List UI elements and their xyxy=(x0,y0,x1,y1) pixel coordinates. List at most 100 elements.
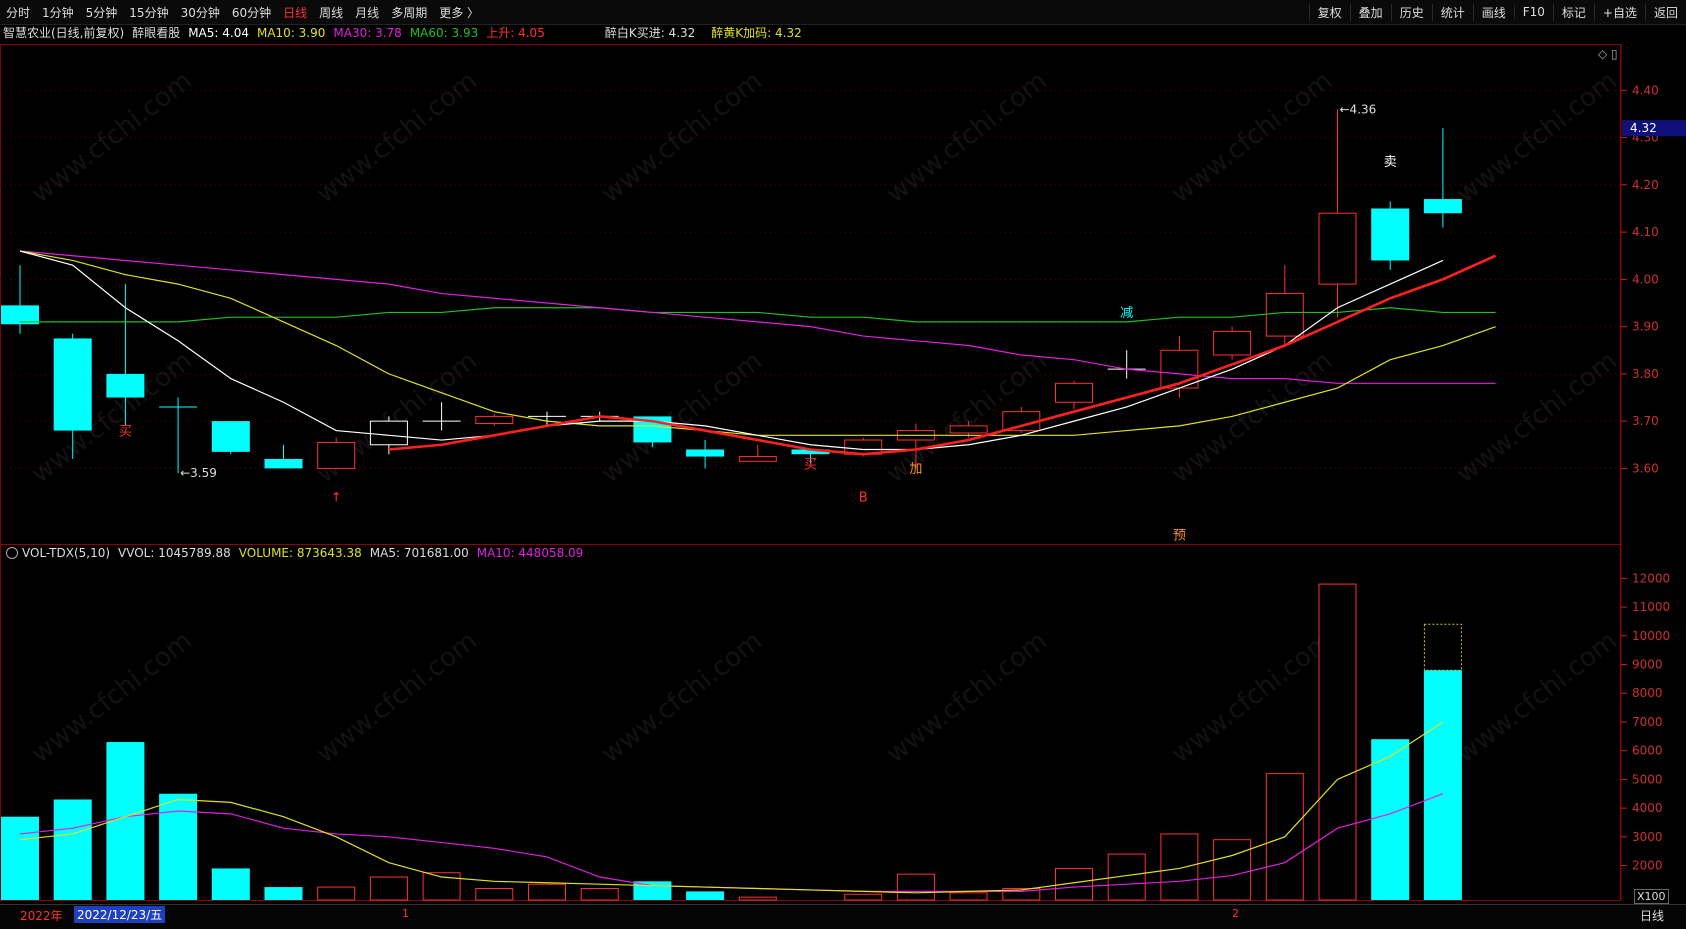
volume-tick-label: 7000 xyxy=(1632,715,1663,729)
watermark-text: www.cfchi.com xyxy=(596,66,768,210)
volume-tick-label: 6000 xyxy=(1632,744,1663,758)
volume-tick-label: 9000 xyxy=(1632,658,1663,672)
volume-tick-label: 11000 xyxy=(1632,600,1670,614)
volume-bar xyxy=(633,881,672,900)
period-tag[interactable]: 日线 xyxy=(1640,907,1664,924)
signal-annotation: 买 xyxy=(804,457,817,472)
signal-annotation: 预 xyxy=(1173,528,1186,543)
volume-bar xyxy=(1423,670,1462,900)
period-tab-4[interactable]: 30分钟 xyxy=(175,4,226,21)
signal-annotation: 加 xyxy=(909,462,922,477)
watermark-text: www.cfchi.com xyxy=(311,66,483,210)
volume-bar xyxy=(159,793,198,900)
candle-body xyxy=(1265,293,1304,337)
volume-tick-label: 5000 xyxy=(1632,772,1663,786)
period-tab-9[interactable]: 多周期 xyxy=(385,4,433,21)
candle-body xyxy=(317,441,356,469)
volume-bar xyxy=(211,868,250,900)
date-tag: 2022/12/23/五 xyxy=(74,906,166,923)
volume-bar xyxy=(580,888,619,901)
period-tab-0[interactable]: 分时 xyxy=(0,4,36,21)
price-tick-label: 4.40 xyxy=(1632,83,1659,97)
candle-body xyxy=(949,425,988,434)
watermark-text: www.cfchi.com xyxy=(881,626,1053,770)
watermark-text: www.cfchi.com xyxy=(1166,66,1338,210)
period-tab-3[interactable]: 15分钟 xyxy=(123,4,174,21)
watermark-text: www.cfchi.com xyxy=(311,626,483,770)
time-axis-bar: 2022年 2022/12/23/五 1 2 日线 xyxy=(0,904,1686,929)
period-tab-6[interactable]: 日线 xyxy=(277,4,313,21)
signal-annotation: ↑ xyxy=(331,490,342,505)
candle-body xyxy=(1423,199,1462,214)
candle-body xyxy=(1213,330,1252,356)
signal-annotation: 减 xyxy=(1120,306,1133,321)
volume-bar xyxy=(686,891,725,900)
volume-tick-label: 3000 xyxy=(1632,830,1663,844)
tool-button-5[interactable]: F10 xyxy=(1513,5,1553,19)
price-extreme-label: ←3.59 xyxy=(180,466,217,480)
tool-buttons: 复权 叠加 历史 统计 画线 F10 标记 +自选 返回 xyxy=(1308,0,1686,24)
diamond-icon: ◇ xyxy=(1598,47,1608,61)
candle-body xyxy=(369,420,408,446)
price-extreme-label: ←4.36 xyxy=(1340,102,1377,116)
tool-button-1[interactable]: 叠加 xyxy=(1349,3,1391,21)
month-tick-2: 2 xyxy=(1232,907,1239,920)
volume-tick-label: 12000 xyxy=(1632,571,1670,585)
tool-button-6[interactable]: 标记 xyxy=(1552,3,1594,21)
volume-tick-label: 2000 xyxy=(1632,859,1663,873)
candle-body xyxy=(1055,382,1093,403)
candle-body xyxy=(264,458,303,469)
volume-bar xyxy=(896,873,935,901)
price-tick-label: 3.70 xyxy=(1632,414,1659,428)
period-tab-7[interactable]: 周线 xyxy=(313,4,349,21)
volume-bar xyxy=(528,883,566,901)
volume-tick-label: 8000 xyxy=(1632,686,1663,700)
volume-bar xyxy=(1160,833,1199,901)
period-tab-2[interactable]: 5分钟 xyxy=(80,4,124,21)
tool-button-4[interactable]: 画线 xyxy=(1472,3,1514,21)
price-tick-label: 3.60 xyxy=(1632,461,1659,475)
tool-button-0[interactable]: 复权 xyxy=(1308,3,1350,21)
price-tick-label: 3.90 xyxy=(1632,320,1659,334)
volume-bar xyxy=(369,876,408,901)
tool-button-7[interactable]: +自选 xyxy=(1593,3,1645,21)
candle-body xyxy=(1371,208,1410,261)
candle-body xyxy=(53,338,92,431)
candle-body xyxy=(686,449,725,457)
price-tick-label: 3.80 xyxy=(1632,367,1659,381)
signal-annotation: B xyxy=(859,490,868,505)
volume-bar xyxy=(738,896,777,901)
period-tab-5[interactable]: 60分钟 xyxy=(226,4,277,21)
signal-annotation: 卖 xyxy=(1384,155,1397,170)
volume-bar xyxy=(1213,839,1252,901)
period-toolbar: 分时 1分钟 5分钟 15分钟 30分钟 60分钟 日线 周线 月线 多周期 更多 〉 复权 叠加 历史… xyxy=(0,0,1686,25)
watermark-text: www.cfchi.com xyxy=(881,66,1053,210)
watermark-text: www.cfchi.com xyxy=(1451,626,1623,770)
watermark-text: www.cfchi.com xyxy=(1166,626,1338,770)
signal-annotation: 买 xyxy=(119,424,132,439)
volume-estimate-box xyxy=(1423,623,1462,671)
candle-body xyxy=(1318,212,1357,285)
watermark-text: www.cfchi.com xyxy=(1451,346,1623,490)
watermark-text: www.cfchi.com xyxy=(26,66,198,210)
watermark-text: www.cfchi.com xyxy=(26,346,198,490)
volume-bar xyxy=(1371,739,1410,900)
tool-button-8[interactable]: 返回 xyxy=(1644,3,1686,21)
price-tick-label: 4.00 xyxy=(1632,272,1659,286)
tool-button-3[interactable]: 统计 xyxy=(1431,3,1473,21)
period-tab-10[interactable]: 更多 〉 xyxy=(433,4,485,21)
volume-bar xyxy=(949,892,988,901)
watermark-text: www.cfchi.com xyxy=(596,626,768,770)
volume-bar xyxy=(1,816,39,900)
candle-body xyxy=(738,456,777,462)
volume-bar xyxy=(264,887,303,900)
candle-body xyxy=(106,373,145,398)
volume-bar xyxy=(317,886,356,901)
panel-toggle-icon: ▯ xyxy=(1611,47,1618,61)
tool-button-2[interactable]: 历史 xyxy=(1390,3,1432,21)
current-price-label: 4.32 xyxy=(1630,121,1657,135)
period-tab-1[interactable]: 1分钟 xyxy=(36,4,80,21)
volume-tick-label: 4000 xyxy=(1632,801,1663,815)
period-tab-8[interactable]: 月线 xyxy=(349,4,385,21)
kline-chart[interactable]: 4.404.304.204.104.003.903.803.703.604.32… xyxy=(0,24,1686,904)
